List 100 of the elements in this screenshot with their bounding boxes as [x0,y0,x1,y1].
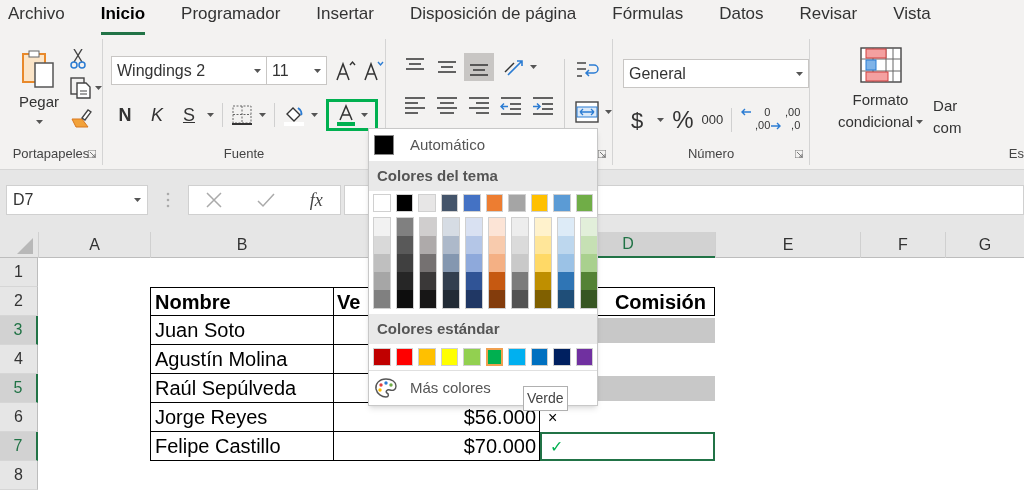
row-header[interactable]: 3 [0,316,38,345]
left-align-icon[interactable] [404,95,426,117]
copy-icon[interactable] [70,77,92,99]
table-cell[interactable]: Juan Soto [150,316,333,345]
center-icon[interactable] [436,95,458,117]
menu-tab[interactable]: Vista [893,0,931,35]
color-swatch[interactable] [553,348,571,366]
format-painter-icon[interactable] [70,107,92,129]
color-swatch[interactable] [489,272,505,290]
color-swatch[interactable] [558,236,574,254]
row-header[interactable]: 1 [0,258,38,287]
color-swatch[interactable] [440,348,458,366]
color-swatch[interactable] [535,272,551,290]
close-icon[interactable] [206,192,223,208]
color-swatch[interactable] [553,194,571,212]
color-swatch[interactable] [558,218,574,236]
color-swatch[interactable] [374,290,390,308]
color-swatch[interactable] [535,254,551,272]
color-swatch[interactable] [418,194,436,212]
color-swatch[interactable] [535,290,551,308]
row-header[interactable]: 6 [0,403,38,432]
underline-button[interactable]: S [175,101,203,129]
color-swatch[interactable] [420,218,436,236]
color-swatch[interactable] [397,290,413,308]
menu-item[interactable]: Más colores [410,376,491,400]
color-swatch[interactable] [581,236,597,254]
color-swatch[interactable] [373,194,391,212]
column-header[interactable]: A [38,232,150,258]
color-swatch[interactable] [508,348,526,366]
color-swatch[interactable] [512,254,528,272]
menu-tab[interactable]: Archivo [8,0,65,35]
increase-indent-icon[interactable] [532,95,554,117]
row-header[interactable]: 2 [0,287,38,316]
table-cell[interactable]: $70.000 [333,432,540,461]
color-swatch[interactable] [418,348,436,366]
color-swatch[interactable] [489,254,505,272]
bottom-align-button[interactable] [464,53,494,81]
color-swatch[interactable] [575,348,594,366]
font-color-button[interactable] [326,99,378,131]
checkmark-icon[interactable] [257,192,275,208]
table-cell[interactable]: Jorge Reyes [150,403,333,432]
color-swatch[interactable] [443,272,459,290]
color-swatch[interactable] [466,254,482,272]
color-swatch[interactable] [395,194,413,212]
color-swatch[interactable] [466,236,482,254]
color-swatch[interactable] [512,272,528,290]
menu-tab[interactable]: Fórmulas [612,0,684,35]
color-swatch[interactable] [508,194,526,212]
color-swatch[interactable] [374,218,390,236]
menu-item[interactable]: Automático [369,129,597,161]
paste-button[interactable]: Pegar [14,47,64,133]
color-swatch[interactable] [512,218,528,236]
color-swatch[interactable] [535,218,551,236]
insert-function-button[interactable]: fx [309,186,323,214]
color-swatch[interactable] [530,348,549,366]
color-swatch[interactable] [397,272,413,290]
row-header[interactable]: 8 [0,461,38,490]
color-swatch[interactable] [420,236,436,254]
color-swatch[interactable] [489,236,505,254]
conditional-formatting-button[interactable]: Formato condicional [838,47,924,143]
menu-tab[interactable]: Insertar [316,0,374,35]
color-swatch[interactable] [443,254,459,272]
italic-button[interactable]: K [143,101,171,129]
format-as-table-button[interactable]: Dar com [933,47,962,143]
menu-tab[interactable]: Revisar [799,0,858,35]
color-swatch[interactable] [466,272,482,290]
color-swatch[interactable] [397,236,413,254]
color-swatch[interactable] [466,290,482,308]
right-align-icon[interactable] [468,95,490,117]
table-cell[interactable]: Felipe Castillo [150,432,333,461]
font-name-field[interactable]: Wingdings 2 [111,56,267,85]
color-swatch[interactable] [558,254,574,272]
color-swatch[interactable] [374,272,390,290]
currency-button[interactable]: $ [631,103,644,137]
row-header[interactable]: 5 [0,374,38,403]
color-swatch[interactable] [440,194,458,212]
color-swatch[interactable] [420,254,436,272]
borders-icon[interactable] [231,104,253,126]
color-swatch[interactable] [558,290,574,308]
name-box[interactable]: D7 [6,185,148,215]
bold-button[interactable]: N [111,101,139,129]
thousands-button[interactable]: 000 [701,110,724,130]
color-swatch[interactable] [530,194,548,212]
color-swatch[interactable] [581,290,597,308]
decrease-indent-icon[interactable] [500,95,522,117]
color-swatch[interactable] [558,272,574,290]
color-swatch[interactable] [485,194,503,212]
table-cell[interactable]: Raúl Sepúlveda [150,374,333,403]
color-swatch[interactable] [489,218,505,236]
menu-tab[interactable]: Datos [719,0,764,35]
color-swatch[interactable] [581,272,597,290]
menu-tab[interactable]: Disposición de página [409,0,577,35]
color-swatch[interactable] [374,254,390,272]
color-swatch[interactable] [581,218,597,236]
color-swatch[interactable] [443,236,459,254]
font-size-field[interactable]: 11 [267,56,327,85]
color-swatch[interactable] [485,348,504,366]
color-swatch[interactable] [374,236,390,254]
color-swatch[interactable] [512,236,528,254]
column-header[interactable]: E [715,232,860,258]
